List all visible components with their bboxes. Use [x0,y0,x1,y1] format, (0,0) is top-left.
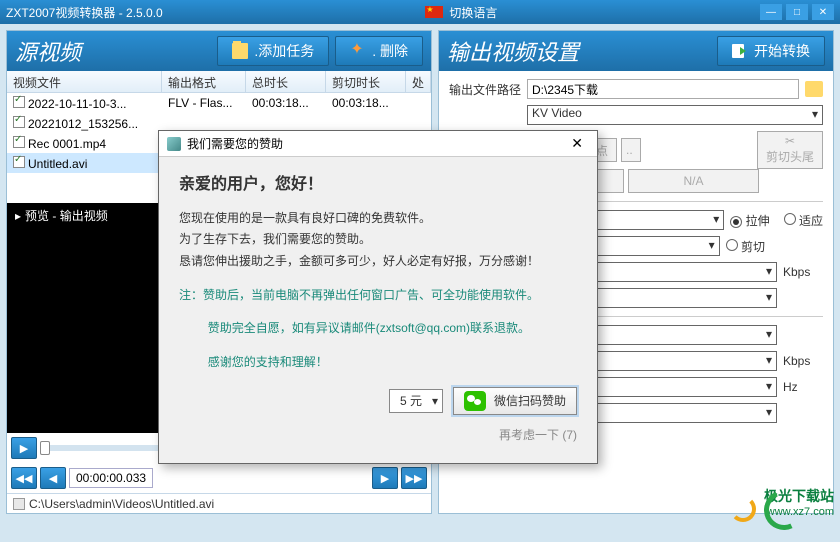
prev-button[interactable]: ◀◀ [11,467,37,489]
sponsor-dialog: 我们需要您的赞助 ✕ 亲爱的用户，您好！ 您现在使用的是一款具有良好口碑的免费软… [158,130,598,464]
dialog-close-button[interactable]: ✕ [565,135,589,152]
table-row[interactable]: 2022-10-11-10-3... FLV - Flas... 00:03:1… [7,93,431,113]
output-path-label: 输出文件路径 [449,81,521,98]
start-icon [732,43,748,59]
start-convert-button[interactable]: 开始转换 [717,36,825,66]
start-label: 开始转换 [754,41,810,61]
na-2: N/A [628,169,759,193]
add-task-label: .添加任务 [254,41,314,61]
delete-button[interactable]: . 删除 [335,36,423,66]
dialog-note: 赞助完全自愿，如有异议请邮件(zxtsoft@qq.com)联系退款。 [179,318,577,340]
step-fwd-button[interactable]: ▶ [372,467,398,489]
dialog-title: 我们需要您的赞助 [187,135,283,152]
scissors-icon: ✂ [785,134,795,148]
titlebar: ZXT2007视频转换器 - 2.5.0.0 切换语言 — □ ✕ [0,0,840,24]
wechat-sponsor-button[interactable]: 微信扫码赞助 [453,387,577,415]
watermark-logo-icon [724,490,764,518]
source-panel-header: 源视频 .添加任务 . 删除 [7,31,431,71]
scale-fit-option[interactable]: 适应 [784,212,823,229]
source-table-header: 视频文件 输出格式 总时长 剪切时长 处 [7,71,431,93]
output-format-select[interactable]: KV Video [527,105,823,125]
unit-kbps: Kbps [783,265,823,279]
brush-icon [350,43,366,59]
col-duration[interactable]: 总时长 [246,71,326,92]
language-switch-label: 切换语言 [449,4,497,21]
dialog-icon [167,137,181,151]
delete-label: . 删除 [372,41,408,61]
dialog-titlebar[interactable]: 我们需要您的赞助 ✕ [159,131,597,157]
row-checkbox[interactable] [13,116,25,128]
browse-folder-button[interactable] [805,81,823,97]
time-display: 00:00:00.033 [69,468,153,488]
flag-icon [425,6,443,18]
trim-label: 剪切头尾 [766,148,814,165]
wechat-sponsor-label: 微信扫码赞助 [494,391,566,413]
output-panel-title: 输出视频设置 [447,35,711,67]
row-checkbox[interactable] [13,136,25,148]
output-path-input[interactable] [527,79,799,99]
consider-later-button[interactable]: 再考虑一下 (7) [179,425,577,447]
next-button[interactable]: ▶▶ [401,467,427,489]
transport-row: ◀◀ ◀ 00:00:00.033 ▶ ▶▶ [7,463,431,493]
dialog-line: 为了生存下去，我们需要您的赞助。 [179,229,577,251]
minimize-button[interactable]: — [760,4,782,20]
col-cut[interactable]: 剪切时长 [326,71,406,92]
dialog-heading: 亲爱的用户，您好！ [179,171,577,200]
dialog-line: 您现在使用的是一款具有良好口碑的免费软件。 [179,208,577,230]
amount-select[interactable]: 5 元 [389,389,443,413]
dialog-note: 感谢您的支持和理解！ [179,352,577,374]
scale-stretch-option[interactable]: 拉伸 [730,212,769,229]
dialog-line: 恳请您伸出援助之手，金额可多可少，好人必定有好报，万分感谢！ [179,251,577,273]
ellipsis-button-2[interactable]: .. [621,138,641,162]
dialog-note: 注：赞助后，当前电脑不再弹出任何窗口广告、可全功能使用软件。 [179,285,577,307]
source-panel-title: 源视频 [15,35,211,67]
seek-thumb[interactable] [40,441,50,455]
folder-icon [232,43,248,59]
file-icon [13,498,25,510]
statusbar: C:\Users\admin\Videos\Untitled.avi [7,493,431,513]
row-checkbox[interactable] [13,156,25,168]
row-checkbox[interactable] [13,96,25,108]
language-switch[interactable]: 切换语言 [425,4,497,21]
unit-kbps-2: Kbps [783,354,823,368]
wechat-icon [464,391,486,411]
maximize-button[interactable]: □ [786,4,808,20]
play-button[interactable]: ▶ [11,437,37,459]
close-button[interactable]: ✕ [812,4,834,20]
col-file[interactable]: 视频文件 [7,71,162,92]
col-format[interactable]: 输出格式 [162,71,246,92]
output-panel-header: 输出视频设置 开始转换 [439,31,833,71]
unit-hz: Hz [783,380,823,394]
scale-crop-option[interactable]: 剪切 [726,238,765,255]
dialog-body: 亲爱的用户，您好！ 您现在使用的是一款具有良好口碑的免费软件。 为了生存下去，我… [159,157,597,463]
watermark: 极光下载站 www.xz7.com [764,486,834,518]
window-title: ZXT2007视频转换器 - 2.5.0.0 [6,4,163,21]
step-back-button[interactable]: ◀ [40,467,66,489]
add-task-button[interactable]: .添加任务 [217,36,329,66]
trim-button[interactable]: ✂ 剪切头尾 [757,131,823,169]
col-proc[interactable]: 处 [406,71,431,92]
status-path: C:\Users\admin\Videos\Untitled.avi [29,497,214,511]
